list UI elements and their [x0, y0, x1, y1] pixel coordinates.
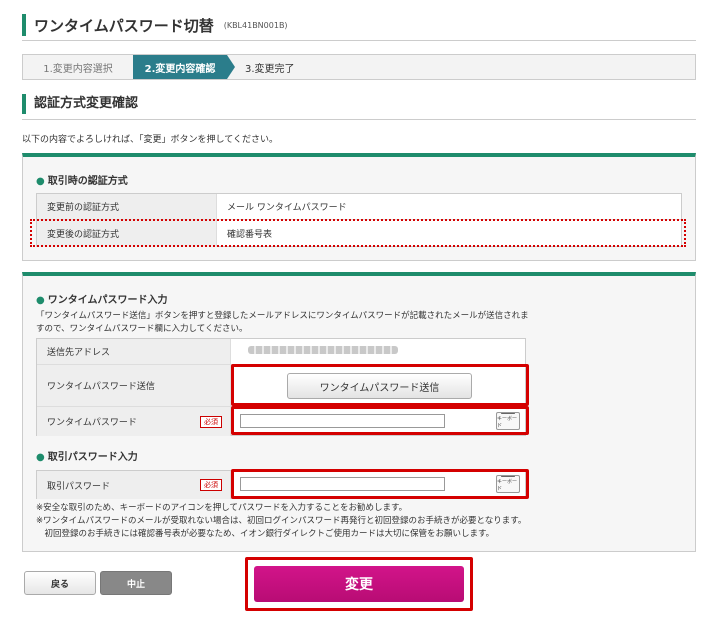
changed-row-highlight — [30, 219, 686, 247]
otp-heading: ワンタイムパスワード入力 — [36, 291, 168, 306]
step-1: 1.変更内容選択 — [43, 63, 113, 75]
row-label: 変更前の認証方式 — [37, 194, 217, 219]
row-label: 取引パスワード 必須 — [37, 471, 231, 499]
table-row: 変更前の認証方式 メール ワンタイムパスワード — [37, 194, 681, 220]
intro-text: 以下の内容でよろしければ、「変更」ボタンを押してください。 — [22, 135, 278, 145]
page-title: ワンタイムパスワード切替 — [34, 16, 214, 35]
otp-description: 「ワンタイムパスワード送信」ボタンを押すと登録したメールアドレスにワンタイムパス… — [36, 311, 529, 334]
note-2: ※ワンタイムパスワードのメールが受取れない場合は、初回ログインパスワード再発行と… — [36, 516, 527, 526]
otp-label: ワンタイムパスワード — [47, 418, 137, 428]
txn-password-heading: 取引パスワード入力 — [36, 448, 138, 463]
back-button[interactable]: 戻る — [24, 571, 96, 595]
send-button-highlight — [231, 364, 529, 406]
row-label: ワンタイムパスワード送信 — [37, 365, 231, 406]
step-indicator: 1.変更内容選択 2.変更内容確認 3.変更完了 — [22, 54, 696, 80]
section-divider — [22, 119, 696, 120]
row-label: 送信先アドレス — [37, 339, 231, 364]
row-label: ワンタイムパスワード 必須 — [37, 407, 231, 436]
otp-input-highlight — [231, 406, 529, 435]
row-value: メール ワンタイムパスワード — [227, 203, 347, 213]
auth-method-heading: 取引時の認証方式 — [36, 172, 128, 187]
txn-input-highlight — [231, 469, 529, 499]
cancel-button[interactable]: 中止 — [100, 571, 172, 595]
change-button[interactable]: 変更 — [254, 566, 464, 602]
section-title: 認証方式変更確認 — [22, 94, 138, 114]
required-badge: 必須 — [200, 415, 222, 428]
step-2-current: 2.変更内容確認 — [133, 55, 235, 79]
required-badge: 必須 — [200, 479, 222, 491]
page-code: (KBL41BN001B) — [223, 20, 288, 30]
page-title-bar: ワンタイムパスワード切替 (KBL41BN001B) — [22, 14, 288, 36]
note-3: 初回登録のお手続きには確認番号表が必要なため、イオン銀行ダイレクトご使用カードは… — [36, 529, 495, 539]
title-divider — [22, 40, 696, 41]
note-1: ※安全な取引のため、キーボードのアイコンを押してパスワードを入力することをお勧め… — [36, 503, 408, 513]
step-3: 3.変更完了 — [245, 63, 295, 75]
txn-password-label: 取引パスワード — [47, 481, 111, 492]
masked-email — [248, 346, 398, 354]
